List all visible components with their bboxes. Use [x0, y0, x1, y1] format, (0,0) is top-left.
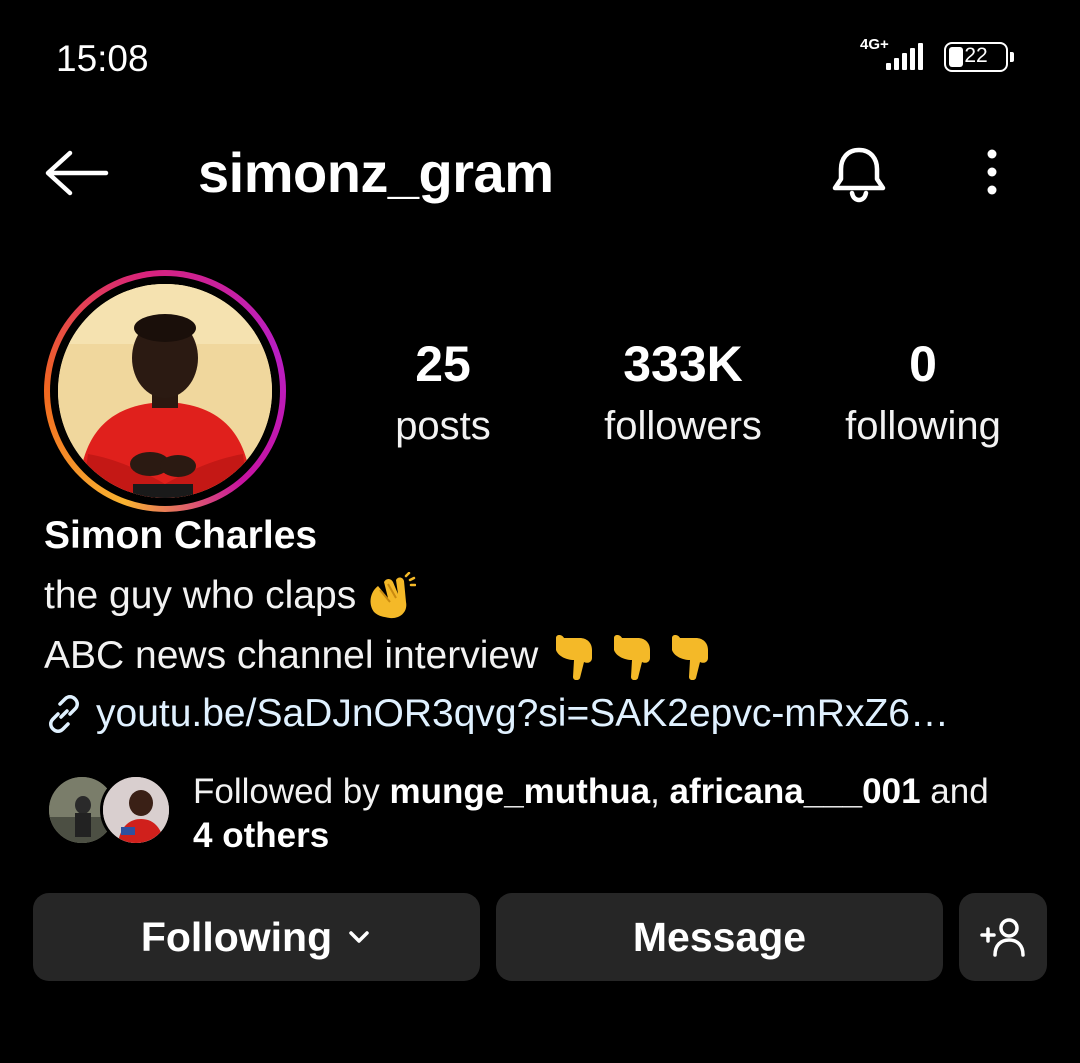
link-icon: [49, 695, 79, 733]
following-button[interactable]: Following: [33, 893, 480, 981]
chevron-down-icon: [349, 931, 369, 943]
posts-count: 25: [415, 336, 471, 392]
stat-followers[interactable]: 333K followers: [583, 336, 783, 452]
status-time: 15:08: [56, 38, 149, 79]
pointing-down-icon: [614, 635, 651, 680]
add-person-icon: [980, 918, 1025, 957]
following-count: 0: [909, 336, 937, 392]
following-label: following: [845, 404, 1001, 448]
profile-full-name: Simon Charles: [44, 514, 318, 557]
pointing-down-icon: [556, 635, 593, 680]
profile-username: simonz_gram: [198, 141, 554, 204]
bell-icon: [832, 147, 886, 203]
bio-link-text[interactable]: youtu.be/SaDJnOR3qvg?si=SAK2epvc-mRxZ6…: [96, 692, 949, 736]
pointing-down-icons: [552, 632, 712, 680]
followers-label: followers: [604, 404, 762, 448]
network-type: 4G+: [860, 36, 889, 53]
bio-line-1: the guy who claps: [44, 572, 417, 620]
posts-label: posts: [395, 404, 491, 448]
bio-line-1-text: the guy who claps: [44, 574, 357, 617]
notifications-button[interactable]: [826, 140, 892, 206]
following-button-label: Following: [140, 913, 333, 960]
followed-by-separator: ,: [650, 772, 670, 811]
back-button[interactable]: [40, 145, 116, 201]
mutual-others[interactable]: 4 others: [193, 816, 329, 855]
bio-line-2: ABC news channel interview: [44, 632, 712, 680]
clapping-hands-icon: [370, 572, 417, 619]
message-button-label: Message: [632, 913, 807, 960]
mutual-user-1[interactable]: munge_muthua: [389, 772, 650, 811]
arrow-left-icon: [45, 150, 109, 196]
mutual-user-2[interactable]: africana___001: [670, 772, 921, 811]
signal-icon: [886, 43, 923, 70]
mutual-follower-avatar[interactable]: [100, 774, 172, 846]
network-indicator: 4G+: [860, 36, 940, 74]
stat-following[interactable]: 0 following: [823, 336, 1023, 452]
battery-level: 22: [964, 44, 988, 67]
bio-link[interactable]: youtu.be/SaDJnOR3qvg?si=SAK2epvc-mRxZ6…: [44, 692, 949, 736]
message-button[interactable]: Message: [496, 893, 943, 981]
suggest-people-button[interactable]: [959, 893, 1047, 981]
followers-count: 333K: [623, 336, 743, 392]
battery-icon: 22: [944, 42, 1014, 72]
more-vertical-icon: [987, 149, 997, 195]
avatar-photo: [58, 284, 272, 498]
more-options-button[interactable]: [972, 146, 1012, 198]
followed-by-connector: and: [920, 772, 989, 811]
pointing-down-icon: [672, 635, 709, 680]
stat-posts[interactable]: 25 posts: [343, 336, 543, 452]
profile-avatar[interactable]: [44, 270, 286, 512]
followed-by-text[interactable]: Followed by munge_muthua, africana___001…: [193, 770, 1053, 858]
bio-line-2-text: ABC news channel interview: [44, 634, 539, 677]
followed-by-prefix: Followed by: [193, 772, 390, 811]
